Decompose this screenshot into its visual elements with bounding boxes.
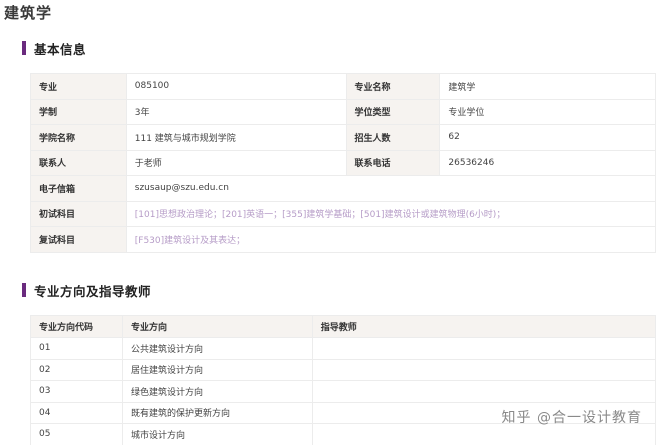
direction-code: 02 — [30, 358, 123, 381]
info-value: 于老师 — [125, 149, 347, 176]
table-row: 专业 085100 专业名称 建筑学 — [30, 73, 656, 100]
column-header: 专业方向代码 — [30, 315, 123, 338]
info-label: 学位类型 — [345, 98, 441, 125]
info-value: 085100 — [125, 73, 347, 100]
info-value: 3年 — [125, 98, 347, 125]
info-value: 111 建筑与城市规划学院 — [125, 124, 347, 151]
direction-teacher — [311, 337, 657, 360]
retest-exam-label: 复试科目 — [30, 226, 127, 253]
initial-exam-links[interactable]: [101]思想政治理论；[201]英语一；[355]建筑学基础；[501]建筑设… — [125, 200, 657, 227]
table-row: 电子信箱 szusaup@szu.edu.cn — [30, 175, 657, 202]
info-label: 学制 — [30, 98, 127, 125]
info-label: 联系电话 — [345, 149, 441, 176]
direction-name: 绿色建筑设计方向 — [121, 380, 313, 403]
info-label: 专业名称 — [345, 73, 441, 100]
info-label: 招生人数 — [345, 124, 441, 151]
page-title: 建筑学 — [4, 4, 53, 22]
table-row: 复试科目 [F530]建筑设计及其表达； — [30, 226, 657, 253]
info-value: 62 — [439, 124, 656, 151]
watermark: 知乎 @合一设计教育 — [501, 410, 642, 426]
email-label: 电子信箱 — [30, 175, 127, 202]
table-row: 02 居住建筑设计方向 — [30, 358, 657, 381]
direction-code: 05 — [30, 423, 123, 445]
direction-code: 04 — [30, 401, 123, 424]
info-label: 专业 — [30, 73, 127, 100]
table-row: 01 公共建筑设计方向 — [30, 337, 657, 360]
direction-code: 01 — [30, 337, 123, 360]
table-row: 初试科目 [101]思想政治理论；[201]英语一；[355]建筑学基础；[50… — [30, 200, 657, 227]
directions-heading-text: 专业方向及指导教师 — [34, 283, 152, 299]
basic-info-heading: 基本信息 — [22, 40, 87, 57]
info-label: 学院名称 — [30, 124, 127, 151]
direction-code: 03 — [30, 380, 123, 403]
retest-exam-link[interactable]: [F530]建筑设计及其表达； — [125, 226, 657, 253]
direction-name: 居住建筑设计方向 — [121, 358, 313, 381]
heading-accent-bar — [22, 283, 26, 297]
info-value: 专业学位 — [439, 98, 656, 125]
table-header-row: 专业方向代码 专业方向 指导教师 — [30, 315, 657, 338]
basic-info-heading-text: 基本信息 — [34, 41, 87, 57]
heading-accent-bar — [22, 41, 26, 55]
direction-teacher — [311, 380, 657, 403]
table-row: 学制 3年 学位类型 专业学位 — [30, 98, 656, 125]
direction-name: 公共建筑设计方向 — [121, 337, 313, 360]
direction-name: 城市设计方向 — [121, 423, 313, 445]
info-value: 建筑学 — [439, 73, 656, 100]
table-row: 联系人 于老师 联系电话 26536246 — [30, 149, 656, 176]
direction-teacher — [311, 358, 657, 381]
directions-heading: 专业方向及指导教师 — [22, 282, 152, 299]
email-value[interactable]: szusaup@szu.edu.cn — [125, 175, 657, 202]
basic-info-table: 专业 085100 专业名称 建筑学 学制 3年 学位类型 专业学位 学院名称 … — [30, 73, 657, 253]
table-row: 03 绿色建筑设计方向 — [30, 380, 657, 403]
column-header: 指导教师 — [311, 315, 657, 338]
initial-exam-label: 初试科目 — [30, 200, 127, 227]
info-value: 26536246 — [439, 149, 656, 176]
info-label: 联系人 — [30, 149, 127, 176]
column-header: 专业方向 — [121, 315, 313, 338]
direction-name: 既有建筑的保护更新方向 — [121, 401, 313, 424]
table-row: 学院名称 111 建筑与城市规划学院 招生人数 62 — [30, 124, 656, 151]
